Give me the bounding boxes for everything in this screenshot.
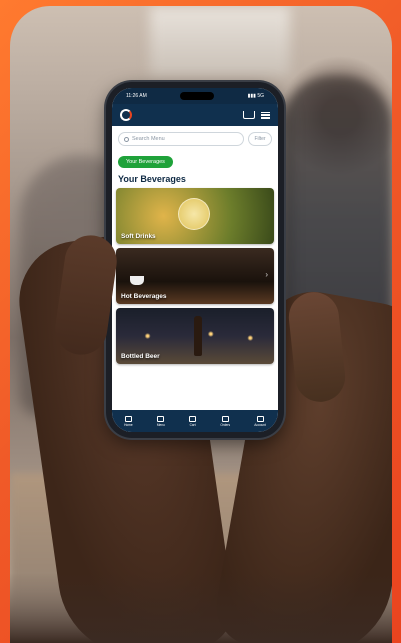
chevron-right-icon: › bbox=[265, 270, 268, 279]
category-label: Hot Beverages bbox=[121, 293, 167, 300]
orders-icon bbox=[221, 415, 229, 422]
beer-bottle-image bbox=[194, 316, 202, 356]
search-row: Search Menu Filter bbox=[112, 126, 278, 150]
tab-label: Home bbox=[124, 422, 133, 427]
tab-cart[interactable]: Cart bbox=[189, 415, 197, 427]
category-list: Soft Drinks › Hot Beverages Bottled Beer bbox=[112, 188, 278, 364]
app-logo-icon[interactable] bbox=[120, 109, 132, 121]
tab-menu[interactable]: Menu bbox=[156, 415, 165, 427]
search-input[interactable]: Search Menu bbox=[118, 132, 244, 146]
search-icon bbox=[124, 136, 129, 142]
status-bar: 11:26 AM ▮▮▮ 5G bbox=[112, 88, 278, 104]
smartphone: 11:26 AM ▮▮▮ 5G Search Menu Filter Your … bbox=[106, 82, 284, 438]
phone-screen: 11:26 AM ▮▮▮ 5G Search Menu Filter Your … bbox=[112, 88, 278, 432]
drink-glass-image bbox=[178, 198, 210, 230]
home-icon bbox=[124, 415, 132, 422]
category-label: Soft Drinks bbox=[121, 233, 156, 240]
top-nav bbox=[112, 104, 278, 126]
sleeve-shadow bbox=[10, 573, 392, 643]
cart-icon bbox=[189, 415, 197, 422]
status-indicators: ▮▮▮ 5G bbox=[247, 93, 264, 99]
tab-home[interactable]: Home bbox=[124, 415, 133, 427]
category-label: Bottled Beer bbox=[121, 353, 160, 360]
tab-account[interactable]: Account bbox=[254, 415, 266, 427]
coffee-cup-image bbox=[130, 276, 144, 285]
cart-icon[interactable] bbox=[243, 111, 255, 119]
status-time: 11:26 AM bbox=[126, 93, 147, 99]
tab-label: Account bbox=[254, 422, 266, 427]
dynamic-island bbox=[180, 92, 215, 100]
hamburger-menu-icon[interactable] bbox=[261, 111, 270, 119]
filter-button[interactable]: Filter bbox=[248, 132, 272, 146]
tab-orders[interactable]: Orders bbox=[220, 415, 231, 427]
filter-chip[interactable]: Your Beverages bbox=[118, 156, 173, 168]
search-placeholder: Search Menu bbox=[132, 136, 165, 142]
tab-label: Orders bbox=[220, 422, 231, 427]
category-card-hot-beverages[interactable]: › Hot Beverages bbox=[116, 248, 274, 304]
category-card-soft-drinks[interactable]: Soft Drinks bbox=[116, 188, 274, 244]
blurred-window bbox=[150, 6, 290, 76]
category-card-bottled-beer[interactable]: Bottled Beer bbox=[116, 308, 274, 364]
bottom-tab-bar: Home Menu Cart Orders Account bbox=[112, 410, 278, 432]
menu-book-icon bbox=[157, 415, 165, 422]
tab-label: Cart bbox=[189, 422, 196, 427]
account-icon bbox=[256, 415, 264, 422]
section-heading: Your Beverages bbox=[118, 174, 186, 184]
tab-label: Menu bbox=[156, 422, 165, 427]
